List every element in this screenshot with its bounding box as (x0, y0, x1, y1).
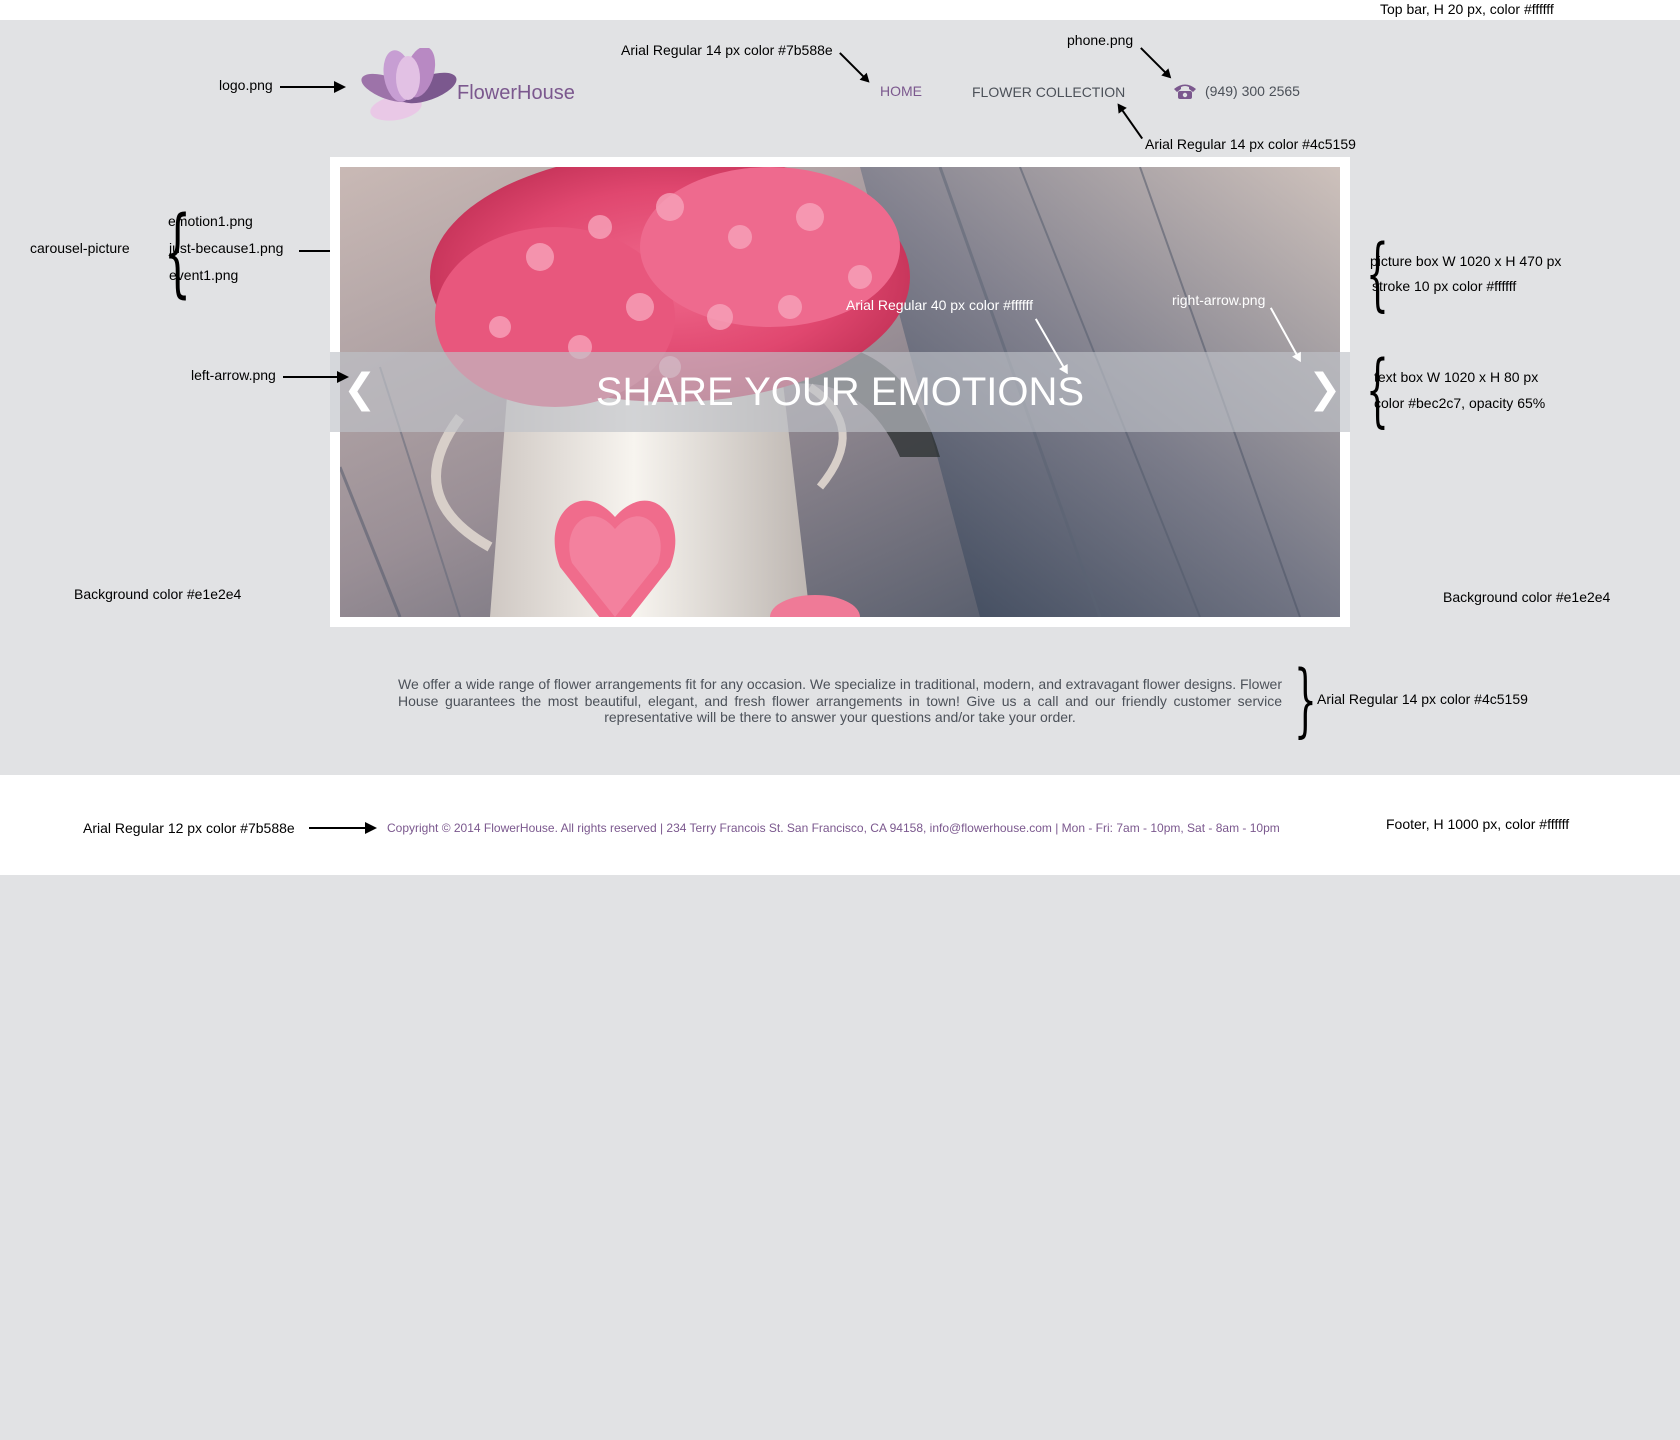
phone-icon (1174, 84, 1196, 99)
description-text: We offer a wide range of flower arrangem… (398, 676, 1283, 725)
annotation-bg-right: Background color #e1e2e4 (1443, 589, 1611, 605)
annotation-carousel-file: just-because1.png (169, 240, 284, 256)
annotation-brace: { (1365, 227, 1389, 320)
annotation-footer-spec: Footer, H 1000 px, color #ffffff (1386, 816, 1570, 832)
annotation-description-font: Arial Regular 14 px color #4c5159 (1317, 691, 1528, 707)
annotation-nav-home-font: Arial Regular 14 px color #7b588e (621, 42, 833, 58)
annotation-arrow (839, 52, 869, 82)
annotation-text-box-size: text box W 1020 x H 80 px (1374, 369, 1539, 385)
annotation-brace: { (1365, 343, 1389, 436)
carousel-right-arrow-icon[interactable]: ❯ (1308, 366, 1342, 412)
annotation-logo: logo.png (219, 77, 273, 93)
annotation-bg-left: Background color #e1e2e4 (74, 586, 242, 602)
nav-flower-collection-link[interactable]: FLOWER COLLECTION (972, 84, 1125, 100)
annotation-phone-icon: phone.png (1067, 32, 1134, 48)
annotation-carousel-file: emotion1.png (168, 213, 253, 229)
annotation-picture-box-stroke: stroke 10 px color #ffffff (1372, 278, 1517, 294)
annotation-top-bar: Top bar, H 20 px, color #ffffff (1380, 1, 1554, 17)
annotation-carousel-file: event1.png (169, 267, 239, 283)
annotation-arrow (280, 81, 346, 93)
footer-text: Copyright © 2014 FlowerHouse. All rights… (387, 821, 1280, 835)
logo-text[interactable]: FlowerHouse (457, 82, 575, 105)
annotation-arrow (283, 371, 349, 383)
annotation-arrow (309, 822, 377, 834)
annotation-hero-font: Arial Regular 40 px color #ffffff (846, 297, 1034, 313)
annotation-carousel-label: carousel-picture (30, 240, 130, 256)
annotation-brace: { (1293, 653, 1317, 746)
phone-number[interactable]: (949) 300 2565 (1205, 83, 1300, 99)
annotation-text-box-color: color #bec2c7, opacity 65% (1374, 395, 1546, 411)
annotation-arrow (1117, 104, 1143, 140)
annotation-arrow (1140, 47, 1171, 78)
carousel-headline: SHARE YOUR EMOTIONS (595, 370, 1085, 414)
annotation-picture-box-size: picture box W 1020 x H 470 px (1370, 253, 1562, 269)
annotation-right-arrow: right-arrow.png (1172, 292, 1266, 308)
annotation-footer-font: Arial Regular 12 px color #7b588e (83, 820, 295, 836)
annotation-left-arrow: left-arrow.png (191, 367, 276, 383)
nav-home-link[interactable]: HOME (880, 83, 922, 99)
annotation-nav-collection-font: Arial Regular 14 px color #4c5159 (1145, 136, 1356, 152)
